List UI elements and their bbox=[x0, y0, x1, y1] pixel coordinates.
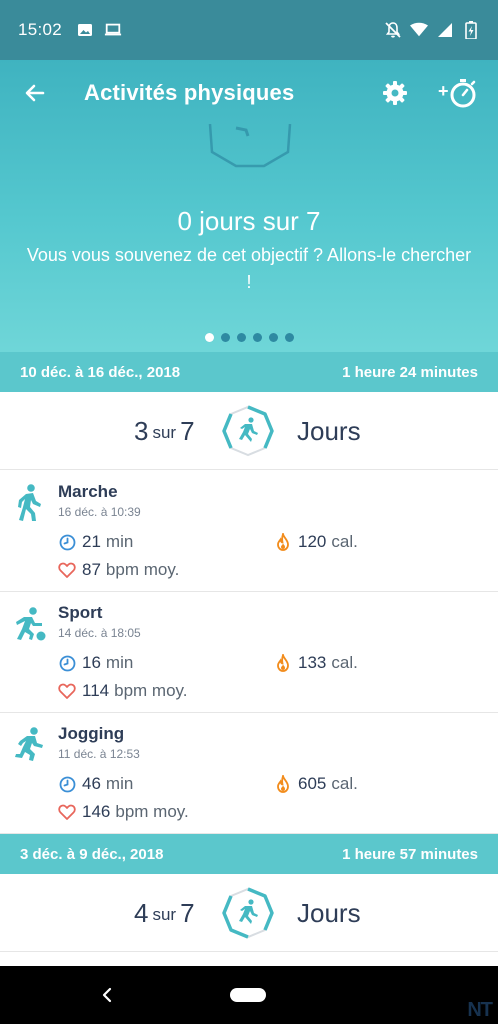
app-bar: Activités physiques + bbox=[0, 60, 498, 126]
heart-icon bbox=[58, 682, 76, 700]
flame-icon bbox=[274, 654, 292, 672]
heart-rate-stat: 114 bpm moy. bbox=[58, 681, 187, 701]
page-dot[interactable] bbox=[236, 333, 246, 342]
active-days-count: 4 bbox=[134, 897, 149, 928]
calories-stat: 133 cal. bbox=[274, 653, 358, 673]
calories-stat: 120 cal. bbox=[274, 532, 358, 552]
week-range: 10 déc. à 16 déc., 2018 bbox=[20, 363, 181, 381]
active-days-count: 3 bbox=[134, 415, 149, 446]
navigation-bar: NT bbox=[0, 966, 498, 1024]
page-dot[interactable] bbox=[284, 333, 294, 342]
duration-unit: min bbox=[105, 653, 134, 672]
duration-value: 46 bbox=[82, 774, 101, 793]
page-dot[interactable] bbox=[204, 333, 214, 342]
duration-stat: 21 min bbox=[58, 532, 133, 552]
duration-stat: 16 min bbox=[58, 653, 133, 673]
status-bar: 15:02 bbox=[0, 0, 498, 60]
flame-icon bbox=[274, 775, 292, 793]
duration-unit: min bbox=[105, 532, 134, 551]
image-icon bbox=[76, 21, 94, 39]
sur-label: sur bbox=[152, 905, 177, 924]
page-dot[interactable] bbox=[220, 333, 230, 342]
nav-back-icon[interactable] bbox=[96, 984, 118, 1006]
calories-unit: cal. bbox=[331, 653, 358, 672]
calories-stat: 605 cal. bbox=[274, 774, 358, 794]
duration-stat: 46 min bbox=[58, 774, 133, 794]
add-stopwatch-icon: + bbox=[438, 79, 476, 108]
wifi-icon bbox=[410, 21, 428, 39]
week-duration: 1 heure 57 minutes bbox=[342, 845, 478, 863]
battery-icon bbox=[462, 21, 480, 39]
heart-rate-stat: 87 bpm moy. bbox=[58, 560, 179, 580]
flame-icon bbox=[274, 533, 292, 551]
week-summary: 3 sur 7 Jours bbox=[0, 392, 498, 470]
heart-rate-stat: 146 bpm moy. bbox=[58, 802, 189, 822]
week-header: 3 déc. à 9 déc., 2018 1 heure 57 minutes bbox=[0, 834, 498, 874]
clock-icon bbox=[58, 775, 76, 793]
page-title: Activités physiques bbox=[84, 80, 295, 105]
signal-icon bbox=[436, 21, 454, 39]
clock-icon bbox=[58, 533, 76, 551]
notifications-off-icon bbox=[384, 21, 402, 39]
status-time: 15:02 bbox=[18, 20, 63, 39]
carousel-indicator[interactable] bbox=[0, 333, 498, 342]
goal-header: Activités physiques + 0 jours sur 7 Vous… bbox=[0, 60, 498, 352]
add-exercise-prefix: + bbox=[438, 81, 449, 101]
bpm-value: 114 bbox=[82, 681, 110, 700]
activity-date: 11 déc. à 12:53 bbox=[58, 747, 140, 761]
bpm-unit: bpm moy. bbox=[105, 560, 180, 579]
total-days: 7 bbox=[180, 415, 195, 446]
activity-date: 14 déc. à 18:05 bbox=[58, 626, 141, 640]
activity-name: Marche bbox=[58, 482, 118, 501]
calories-unit: cal. bbox=[331, 532, 358, 551]
page-dot[interactable] bbox=[268, 333, 278, 342]
week-range: 3 déc. à 9 déc., 2018 bbox=[20, 845, 164, 863]
total-days: 7 bbox=[180, 897, 195, 928]
bpm-value: 146 bbox=[82, 802, 111, 821]
arrow-left-icon bbox=[25, 84, 45, 102]
settings-button[interactable] bbox=[378, 76, 412, 110]
week-summary: 4 sur 7 Jours bbox=[0, 874, 498, 952]
activity-name: Sport bbox=[58, 603, 103, 622]
home-pill[interactable] bbox=[230, 988, 266, 1002]
calories-value: 605 bbox=[298, 774, 327, 793]
goal-message: Vous vous souvenez de cet objectif ? All… bbox=[26, 245, 472, 292]
laptop-icon bbox=[104, 21, 122, 39]
bpm-unit: bpm moy. bbox=[114, 681, 188, 700]
heart-icon bbox=[58, 561, 76, 579]
watermark-logo: NT bbox=[467, 999, 493, 1021]
activity-date: 16 déc. à 10:39 bbox=[58, 505, 141, 519]
sur-label: sur bbox=[152, 423, 177, 442]
goal-summary: 0 jours sur 7 bbox=[177, 206, 321, 236]
calories-value: 120 bbox=[298, 532, 327, 551]
page-dot[interactable] bbox=[252, 333, 262, 342]
heart-icon bbox=[58, 803, 76, 821]
back-button[interactable] bbox=[20, 78, 50, 108]
calories-unit: cal. bbox=[331, 774, 358, 793]
goal-badge-icon bbox=[208, 124, 292, 168]
clock-icon bbox=[58, 654, 76, 672]
run-icon bbox=[15, 727, 43, 761]
progress-badge-icon bbox=[222, 405, 274, 457]
add-exercise-button[interactable]: + bbox=[438, 76, 478, 110]
activity-item[interactable]: Sport 14 déc. à 18:05 16 min 133 cal. 11… bbox=[0, 592, 498, 713]
activity-item[interactable]: Jogging 11 déc. à 12:53 46 min 605 cal. … bbox=[0, 713, 498, 834]
days-label: Jours bbox=[297, 415, 361, 446]
bpm-unit: bpm moy. bbox=[115, 802, 189, 821]
walk-icon bbox=[18, 484, 41, 521]
week-duration: 1 heure 24 minutes bbox=[342, 363, 478, 381]
activity-item[interactable]: Marche 16 déc. à 10:39 21 min 120 cal. 8… bbox=[0, 471, 498, 592]
duration-value: 21 bbox=[82, 532, 101, 551]
duration-unit: min bbox=[105, 774, 134, 793]
duration-value: 16 bbox=[82, 653, 101, 672]
week-header: 10 déc. à 16 déc., 2018 1 heure 24 minut… bbox=[0, 352, 498, 392]
activity-name: Jogging bbox=[58, 724, 125, 743]
days-label: Jours bbox=[297, 897, 361, 928]
progress-badge-icon bbox=[222, 887, 274, 939]
sport-icon bbox=[16, 607, 46, 641]
bpm-value: 87 bbox=[82, 560, 101, 579]
gear-icon bbox=[383, 81, 407, 105]
calories-value: 133 bbox=[298, 653, 327, 672]
